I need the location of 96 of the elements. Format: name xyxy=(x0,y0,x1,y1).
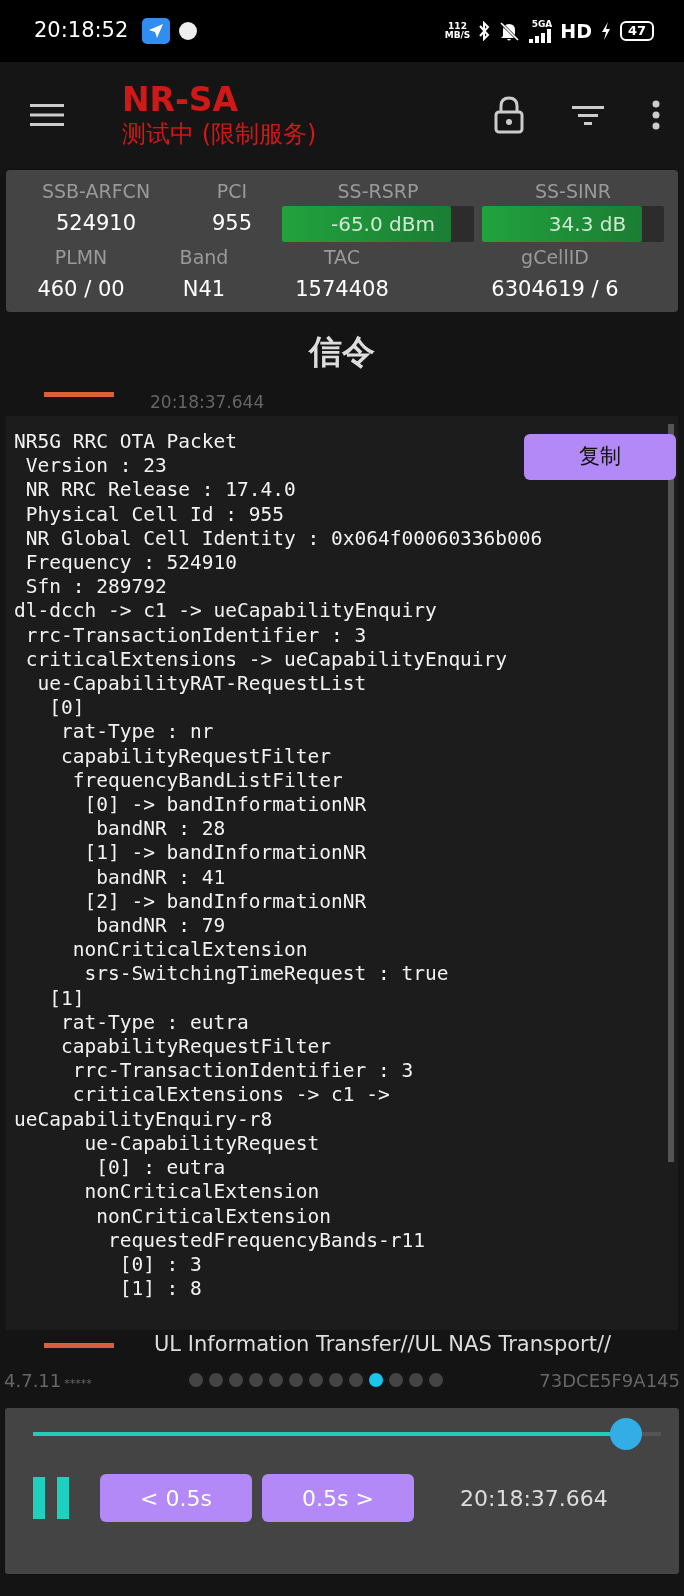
packet-line: NR Global Cell Identity : 0x064f00060336b006 xyxy=(24,526,543,551)
page-dot[interactable] xyxy=(288,1373,303,1387)
category-bar xyxy=(44,392,114,397)
packet-line: ue-CapabilityRAT-RequestList xyxy=(36,672,367,697)
page-dot[interactable] xyxy=(408,1373,423,1387)
packet-line: nonCriticalExtension xyxy=(95,1204,331,1229)
packet-line: bandNR : 28 xyxy=(95,817,226,842)
signal-bars-icon xyxy=(528,28,553,43)
info-value: 460 / 00 xyxy=(36,276,126,303)
device-id: 73DCE5F9A145 xyxy=(539,1368,680,1393)
packet-line: Frequency : 524910 xyxy=(24,551,238,576)
message-time: 20:18:37.644 xyxy=(150,392,265,412)
packet-line: nonCriticalExtension xyxy=(71,938,308,963)
battery-indicator: 47 xyxy=(620,21,654,41)
message-title: UL Information Transfer//UL NAS Transport// xyxy=(154,1331,612,1359)
packet-line: [0] xyxy=(48,696,85,721)
page-dot[interactable] xyxy=(188,1373,203,1387)
copy-button[interactable]: 复制 xyxy=(524,434,676,480)
page-dot[interactable] xyxy=(388,1373,403,1387)
meter-fill: -65.0 dBm xyxy=(282,206,451,242)
packet-line: capabilityRequestFilter xyxy=(59,744,331,769)
info-value: N41 xyxy=(181,276,227,303)
packet-line: capabilityRequestFilter xyxy=(59,1035,331,1060)
packet-line: rat-Type : nr xyxy=(59,720,214,745)
packet-line: [1] : 8 xyxy=(118,1277,202,1302)
more-options-icon[interactable] xyxy=(652,100,660,130)
lock-icon[interactable] xyxy=(494,96,524,134)
menu-icon[interactable] xyxy=(30,103,64,127)
packet-line: requestedFrequencyBands-r11 xyxy=(106,1228,425,1253)
rating-stars: ***** xyxy=(64,1375,92,1392)
network-speed-unit: MB/S xyxy=(444,31,471,40)
app-subtitle: 测试中 (限制服务) xyxy=(122,119,317,149)
info-label: PLMN xyxy=(53,245,109,270)
packet-line: [1] -> bandInformationNR xyxy=(83,841,367,866)
rewind-button[interactable]: < 0.5s xyxy=(100,1474,252,1522)
packet-line: ue-CapabilityRequest xyxy=(83,1131,320,1157)
packet-line: rrc-TransactionIdentifier : 3 xyxy=(71,1059,414,1084)
packet-line: criticalExtensions -> c1 -> xyxy=(71,1083,390,1108)
category-bar xyxy=(44,1342,114,1348)
info-label: SSB-ARFCN xyxy=(40,179,152,204)
hd-label: HD xyxy=(560,18,592,44)
page-dot[interactable] xyxy=(208,1373,223,1387)
packet-line: Sfn : 289792 xyxy=(24,575,167,600)
page-dot[interactable] xyxy=(268,1373,283,1387)
packet-line: NR RRC Release : 17.4.0 xyxy=(24,478,296,503)
version-label: 4.7.11 xyxy=(4,1368,62,1393)
packet-line: rrc-TransactionIdentifier : 3 xyxy=(24,623,367,648)
packet-line: srs-SwitchingTimeRequest : true xyxy=(83,962,449,987)
info-label: SS-RSRP xyxy=(336,179,420,204)
page-dot[interactable] xyxy=(428,1373,443,1387)
info-value: 524910 xyxy=(54,210,138,237)
info-label: TAC xyxy=(322,245,362,270)
meter-fill: 34.3 dB xyxy=(482,206,643,242)
page-dot[interactable] xyxy=(248,1373,263,1387)
packet-line: [2] -> bandInformationNR xyxy=(83,889,367,915)
info-value: 955 xyxy=(210,210,254,237)
page-dot[interactable] xyxy=(368,1373,383,1387)
info-label: Band xyxy=(178,245,230,270)
seek-thumb[interactable] xyxy=(610,1418,643,1450)
packet-line: [0] : 3 xyxy=(118,1252,202,1278)
packet-line: frequencyBandListFilter xyxy=(71,768,343,794)
packet-line: rat-Type : eutra xyxy=(59,1010,249,1036)
page-dot[interactable] xyxy=(308,1373,323,1387)
packet-line: bandNR : 41 xyxy=(95,865,226,890)
page-dot[interactable] xyxy=(348,1373,363,1387)
section-title: 信令 xyxy=(307,331,376,373)
notification-dot-icon xyxy=(178,21,199,41)
packet-line: NR5G RRC OTA Packet xyxy=(14,430,238,455)
network-type-label: 5GA xyxy=(531,19,553,29)
packet-line: [1] xyxy=(48,986,85,1011)
info-label: gCellID xyxy=(520,245,590,270)
network-speed-value: 112 xyxy=(447,22,468,31)
packet-line: [0] -> bandInformationNR xyxy=(83,793,367,818)
charging-bolt-icon xyxy=(600,21,612,41)
muted-bell-icon xyxy=(498,20,521,42)
packet-line: ueCapabilityEnquiry-r8 xyxy=(14,1107,273,1132)
packet-line: bandNR : 79 xyxy=(95,914,226,939)
forward-button[interactable]: 0.5s > xyxy=(262,1474,414,1522)
info-value: 1574408 xyxy=(294,276,390,303)
packet-line: [0] : eutra xyxy=(95,1156,226,1181)
filter-icon[interactable] xyxy=(572,104,604,126)
page-dot[interactable] xyxy=(328,1373,343,1387)
packet-line: nonCriticalExtension xyxy=(83,1180,320,1205)
playback-time: 20:18:37.664 xyxy=(460,1484,608,1513)
info-label: PCI xyxy=(215,179,249,204)
page-dot[interactable] xyxy=(228,1373,243,1387)
info-label: SS-SINR xyxy=(533,179,613,204)
app-title: NR-SA xyxy=(122,81,240,119)
packet-line: Version : 23 xyxy=(24,454,167,479)
packet-line: criticalExtensions -> ueCapabilityEnquiry xyxy=(24,647,508,673)
info-value: 6304619 / 6 xyxy=(490,276,620,303)
pause-icon[interactable] xyxy=(33,1477,69,1519)
packet-line: dl-dcch -> c1 -> ueCapabilityEnquiry xyxy=(14,599,437,624)
packet-line: Physical Cell Id : 955 xyxy=(24,502,285,527)
bluetooth-icon xyxy=(478,21,491,41)
status-time: 20:18:52 xyxy=(34,17,129,45)
